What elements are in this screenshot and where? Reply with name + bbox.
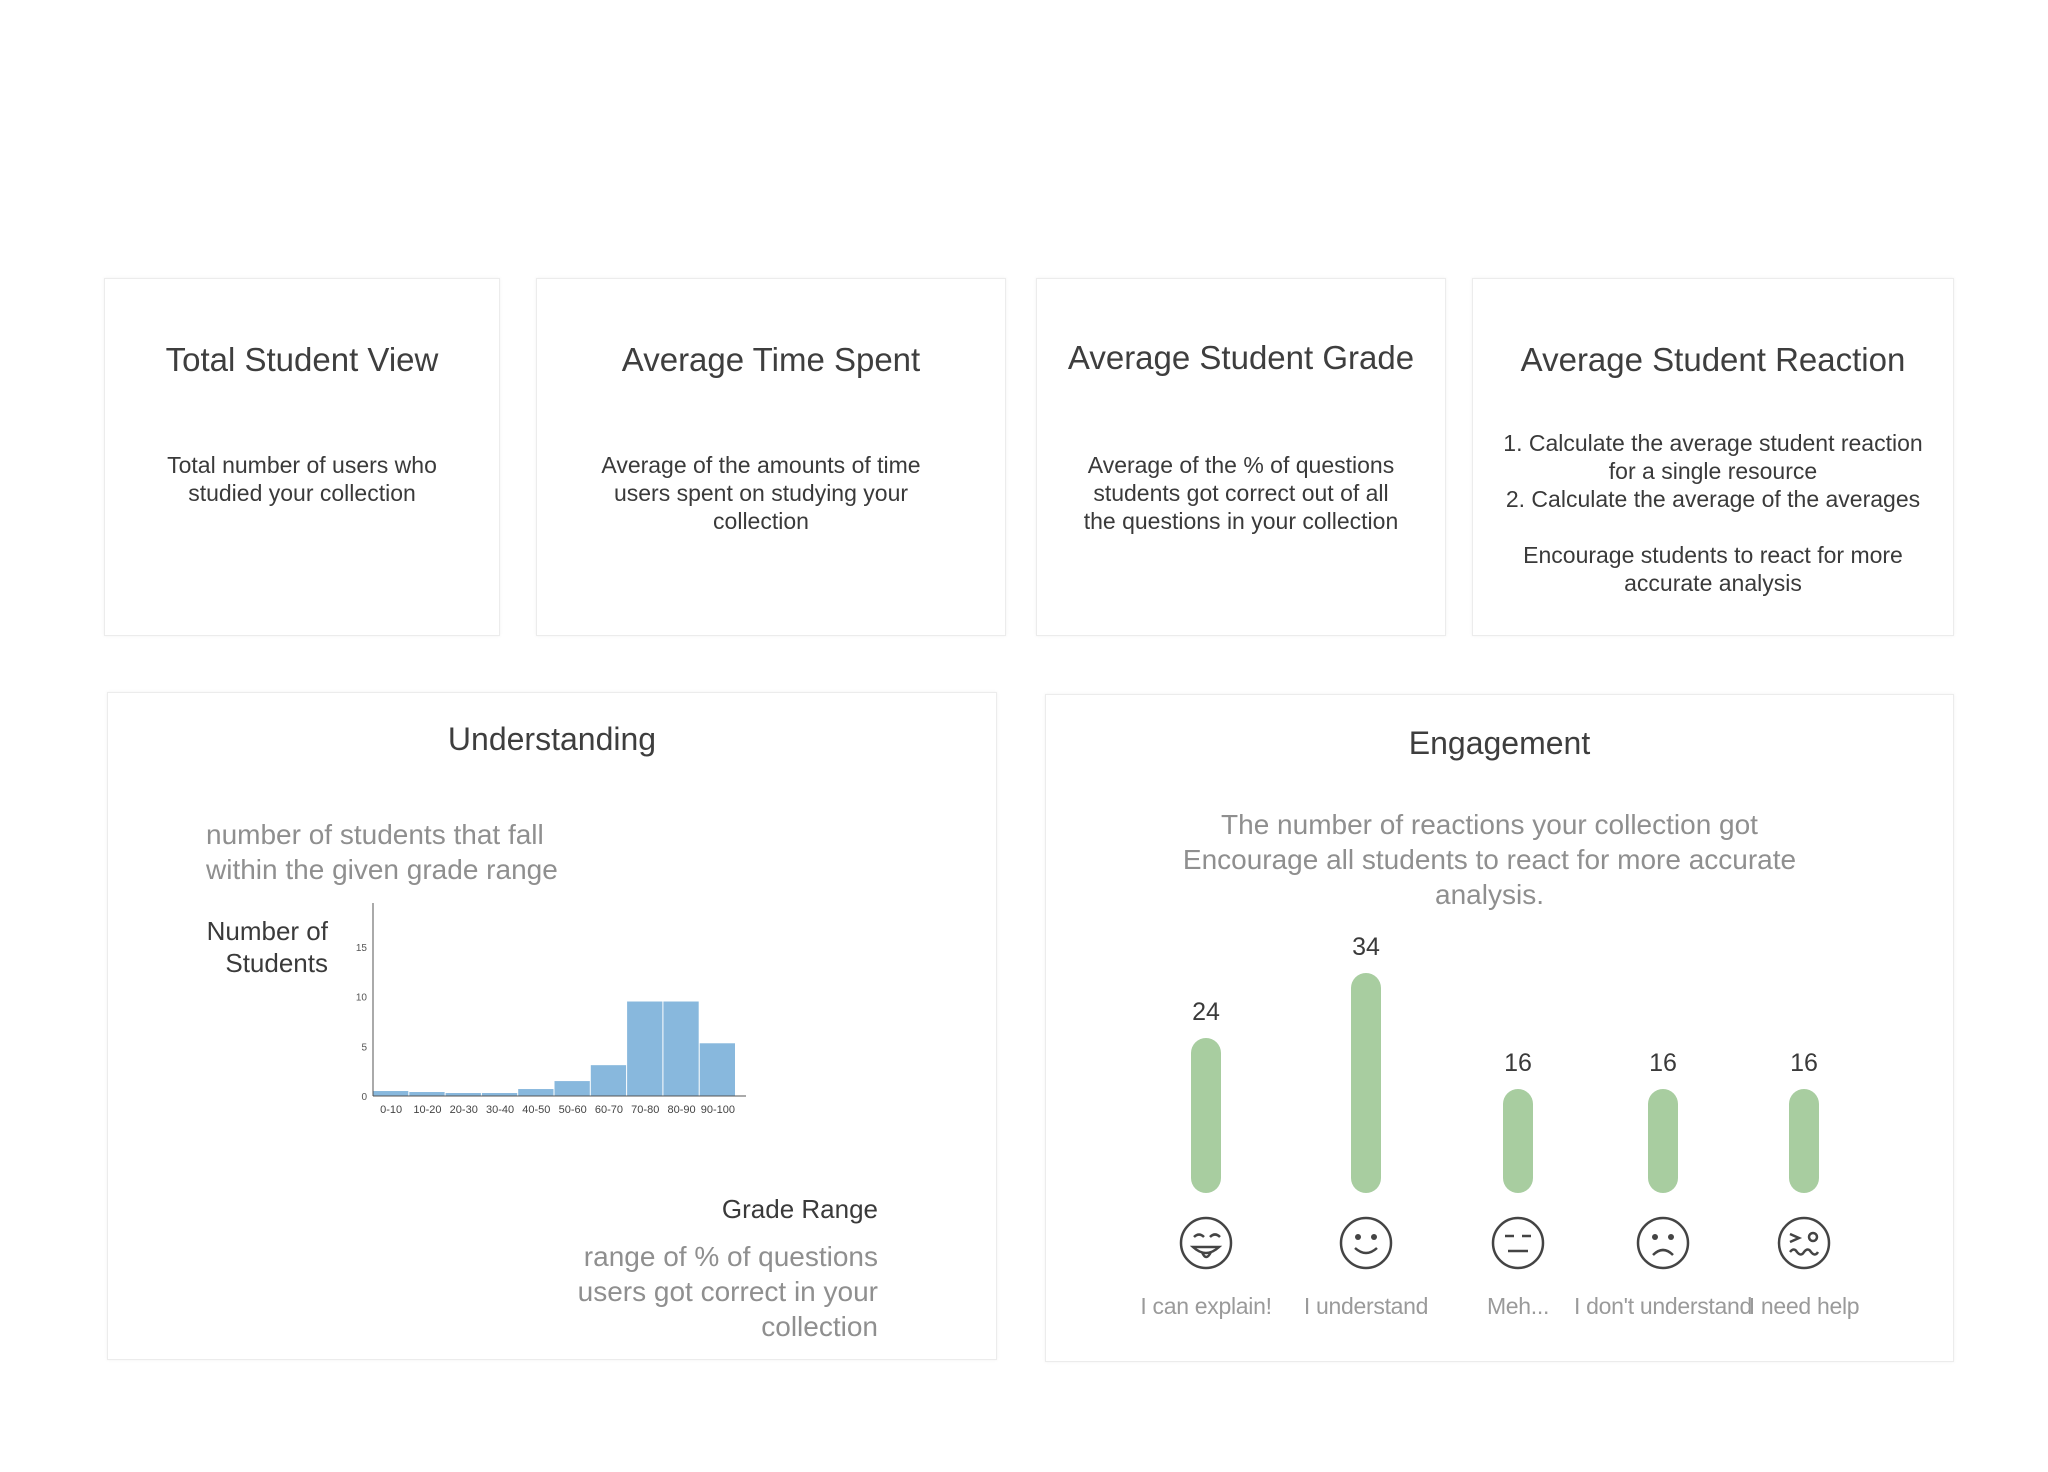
metric-card-average-student-grade: Average Student Grade Average of the % o…: [1036, 278, 1446, 636]
histogram-bar: [409, 1092, 445, 1096]
histogram-bar: [373, 1091, 409, 1096]
x-tick-label: 0-10: [380, 1104, 402, 1116]
smile-face-icon: [1338, 1215, 1394, 1271]
dizzy-face-icon: [1776, 1215, 1832, 1271]
metric-title: Average Time Spent: [621, 341, 921, 378]
y-tick-label: 5: [361, 1042, 367, 1053]
reaction-label: I need help: [1748, 1293, 1860, 1319]
histogram-bar: [518, 1089, 554, 1096]
x-axis-note: range of % of questions users got correc…: [577, 1241, 878, 1342]
reaction-count: 16: [1649, 1049, 1677, 1077]
reaction-count: 24: [1192, 998, 1220, 1026]
reaction-bar: [1351, 973, 1381, 1193]
x-tick-label: 80-90: [667, 1104, 695, 1116]
x-tick-label: 90-100: [701, 1104, 735, 1116]
reaction-count: 34: [1352, 933, 1380, 961]
x-axis-label: Grade Range: [721, 1194, 878, 1224]
metric-title: Total Student View: [165, 341, 439, 378]
reaction-bar: [1503, 1089, 1533, 1193]
metric-description: Average of the amounts of time users spe…: [601, 452, 921, 534]
metric-description: Total number of users who studied your c…: [167, 452, 437, 506]
histogram-bar: [554, 1081, 590, 1096]
x-tick-label: 70-80: [631, 1104, 659, 1116]
reaction-bar: [1648, 1089, 1678, 1193]
reaction-count: 16: [1790, 1049, 1818, 1077]
grade-histogram: 0 5 10 15 0-10 10-20 20-30 30-40 40-50 50-60 60-7…: [356, 903, 746, 1116]
metric-card-average-student-reaction: Average Student Reaction 1. Calculate th…: [1472, 278, 1954, 636]
chart-subtitle: number of students that fall within the …: [206, 819, 558, 885]
metric-card-average-time-spent: Average Time Spent Average of the amount…: [536, 278, 1006, 636]
panel-title: Understanding: [447, 721, 657, 757]
metric-title: Average Student Reaction: [1520, 341, 1906, 378]
x-tick-label: 40-50: [522, 1104, 550, 1116]
x-tick-label: 10-20: [413, 1104, 441, 1116]
reaction-chart: 24 I can explain! 34 I understand 16 Meh... 16…: [1046, 695, 1955, 1363]
metric-title: Average Student Grade: [1067, 339, 1415, 376]
metric-description: Average of the % of questions students g…: [1083, 452, 1399, 534]
frown-face-icon: [1635, 1215, 1691, 1271]
reaction-count: 16: [1504, 1049, 1532, 1077]
x-tick-label: 30-40: [486, 1104, 514, 1116]
reaction-bar: [1789, 1089, 1819, 1193]
y-axis-label: Number of Students: [206, 916, 328, 978]
x-tick-label: 50-60: [559, 1104, 587, 1116]
neutral-face-icon: [1490, 1215, 1546, 1271]
histogram-bar: [663, 1001, 699, 1096]
histogram-bar: [699, 1043, 735, 1096]
histogram-bar: [627, 1001, 663, 1096]
understanding-panel: Understanding number of students that fa…: [107, 692, 997, 1360]
tongue-wink-face-icon: [1178, 1215, 1234, 1271]
y-tick-label: 0: [361, 1092, 367, 1103]
metric-description: 1. Calculate the average student reactio…: [1503, 430, 1923, 596]
y-tick-label: 10: [356, 993, 368, 1004]
x-tick-label: 20-30: [450, 1104, 478, 1116]
y-tick-label: 15: [356, 943, 368, 954]
engagement-panel: Engagement The number of reactions your …: [1045, 694, 1954, 1362]
x-tick-label: 60-70: [595, 1104, 623, 1116]
metric-card-total-student-view: Total Student View Total number of users…: [104, 278, 500, 636]
histogram-bar: [590, 1065, 627, 1096]
reaction-bar: [1191, 1038, 1221, 1193]
reaction-label: I can explain!: [1140, 1293, 1272, 1319]
